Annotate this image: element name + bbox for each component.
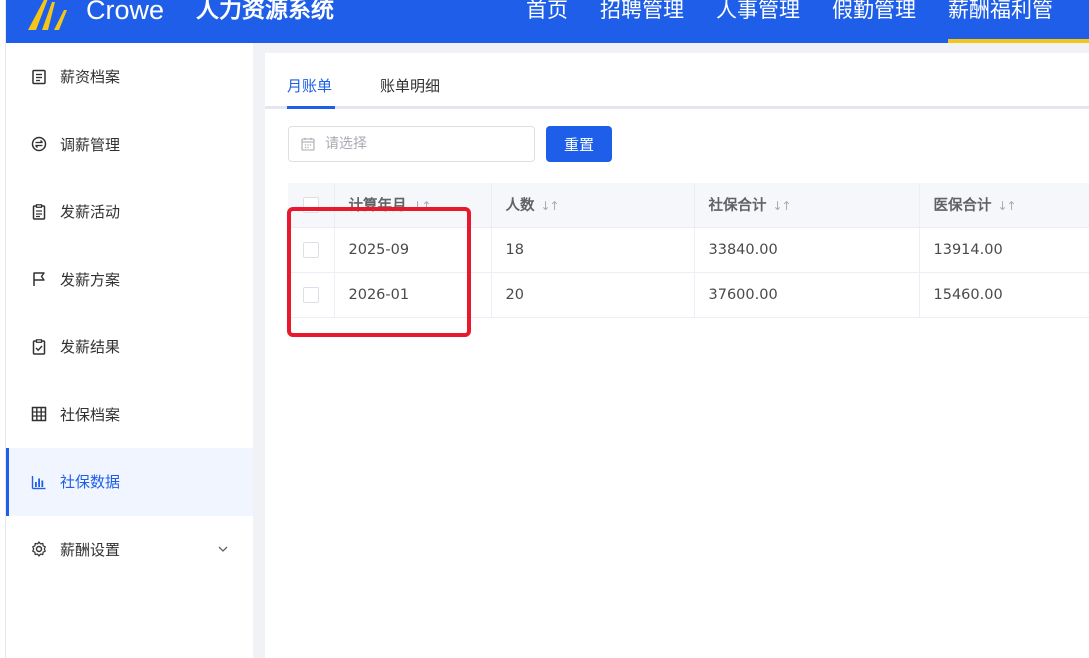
nav-home[interactable]: 首页 [526,0,568,43]
tab-bar: 月账单 账单明细 [265,53,1089,109]
cell-medical-insurance-total: 13914.00 [919,227,1089,273]
cell-headcount: 20 [491,272,695,318]
document-icon [30,68,48,86]
tab-active-indicator [287,106,335,109]
cell-month: 2026-01 [334,272,492,318]
sidebar-item-payroll-plan[interactable]: 发薪方案 [6,246,253,314]
cell-social-security-total: 37600.00 [694,272,920,318]
top-nav: 首页 招聘管理 人事管理 假勤管理 薪酬福利管 [526,0,1089,43]
sidebar-item-compensation-settings[interactable]: 薪酬设置 [6,516,253,584]
row-select-cell [288,272,335,318]
column-header-label: 社保合计 [708,198,767,215]
system-title: 人力资源系统 [196,0,334,23]
top-header: Crowe 人力资源系统 首页 招聘管理 人事管理 假勤管理 薪酬福利管 [6,0,1089,43]
sidebar-item-salary-archive[interactable]: 薪资档案 [6,43,253,111]
column-header-social-security-total[interactable]: 社保合计 ↓↑ [694,183,920,228]
nav-recruitment[interactable]: 招聘管理 [600,0,684,43]
sidebar-item-social-security-data[interactable]: 社保数据 [6,448,253,516]
column-header-label: 医保合计 [933,198,992,215]
reset-button[interactable]: 重置 [546,126,612,162]
sidebar-item-label: 薪资档案 [60,68,121,87]
nav-compensation[interactable]: 薪酬福利管 [948,0,1089,43]
month-picker-input[interactable] [325,136,515,152]
cell-month: 2025-09 [334,227,492,273]
column-header-month[interactable]: 计算年月 ↓↑ [334,183,492,228]
sidebar-item-label: 调薪管理 [60,135,121,154]
table-header-row: 计算年月 ↓↑ 人数 ↓↑ 社保合计 ↓↑ 医保合计 ↓↑ [288,183,1089,228]
grid-icon [30,405,48,423]
sidebar-item-payroll-activity[interactable]: 发薪活动 [6,178,253,246]
bar-chart-icon [30,473,48,491]
sidebar-item-label: 发薪结果 [60,338,121,357]
clipboard-check-icon [30,338,48,356]
sort-icon[interactable]: ↓↑ [773,199,792,213]
sidebar-item-payroll-result[interactable]: 发薪结果 [6,313,253,381]
crowe-logo-icon [28,0,67,30]
column-header-label: 人数 [505,198,535,215]
chevron-down-icon[interactable] [217,543,229,555]
sort-icon[interactable]: ↓↑ [413,199,432,213]
sidebar-item-label: 社保档案 [60,405,121,424]
sort-icon[interactable]: ↓↑ [541,199,560,213]
flag-icon [30,270,48,288]
cell-social-security-total: 33840.00 [694,227,920,273]
tab-monthly-bill[interactable]: 月账单 [287,75,332,96]
nav-personnel[interactable]: 人事管理 [716,0,800,43]
nav-attendance[interactable]: 假勤管理 [832,0,916,43]
sidebar-item-label: 发薪活动 [60,203,121,222]
cell-medical-insurance-total: 15460.00 [919,272,1089,318]
gear-icon [30,540,48,558]
sidebar-item-label: 发薪方案 [60,270,121,289]
row-select-cell [288,227,335,273]
sidebar-item-label: 社保数据 [60,473,121,492]
main-panel: 月账单 账单明细 重置 计算年月 ↓↑ 人数 ↓↑ 社保合计 ↓↑ [265,53,1089,658]
sidebar-item-social-security-archive[interactable]: 社保档案 [6,381,253,449]
sort-icon[interactable]: ↓↑ [998,199,1017,213]
column-header-medical-insurance-total[interactable]: 医保合计 ↓↑ [919,183,1089,228]
month-picker[interactable] [288,126,535,162]
app-window: Crowe 人力资源系统 首页 招聘管理 人事管理 假勤管理 薪酬福利管 薪资档… [0,0,1089,658]
cell-headcount: 18 [491,227,695,273]
select-all-checkbox[interactable] [302,196,319,213]
sidebar-item-label: 薪酬设置 [60,540,121,559]
row-checkbox[interactable] [302,286,319,303]
brand-name: Crowe [86,0,165,25]
sidebar: 薪资档案 调薪管理 发薪活动 发薪方案 发薪结果 社保档案 社保数据 薪酬设置 [6,43,253,658]
exchange-icon [30,135,48,153]
monthly-bill-table: 计算年月 ↓↑ 人数 ↓↑ 社保合计 ↓↑ 医保合计 ↓↑ 2025-09 18 338… [288,183,1089,318]
select-all-cell [288,183,335,228]
clipboard-list-icon [30,203,48,221]
tab-bill-detail[interactable]: 账单明细 [380,75,440,96]
column-header-headcount[interactable]: 人数 ↓↑ [491,183,695,228]
row-checkbox[interactable] [302,241,319,258]
sidebar-item-salary-adjust[interactable]: 调薪管理 [6,111,253,179]
calendar-icon [301,137,315,151]
table-row[interactable]: 2025-09 18 33840.00 13914.00 [288,227,1089,273]
column-header-label: 计算年月 [348,198,407,215]
table-row[interactable]: 2026-01 20 37600.00 15460.00 [288,272,1089,318]
